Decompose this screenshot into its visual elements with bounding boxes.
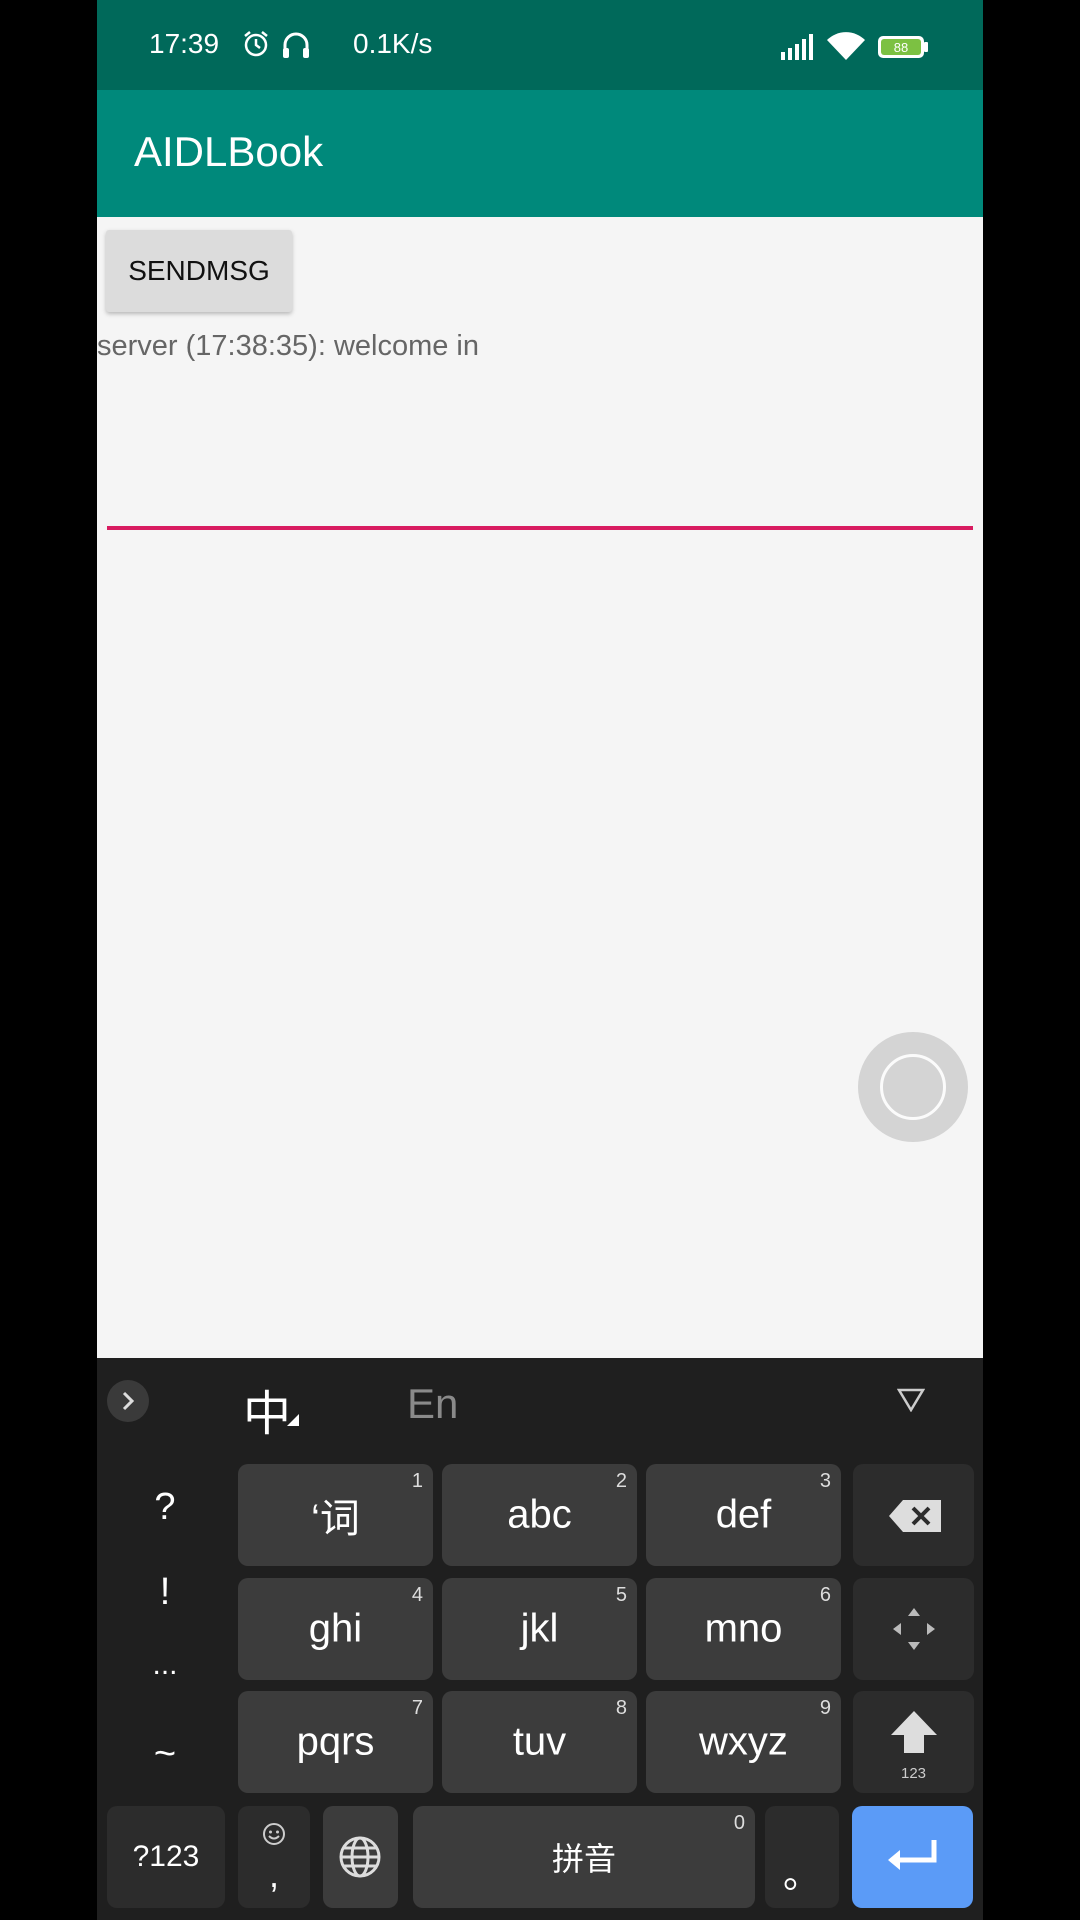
phone-screen: 17:39 0.1K/s 88 AIDLBook SENDMSG server … — [97, 0, 983, 1920]
key-number: 2 — [615, 1470, 627, 1492]
key-label: wxyz — [699, 1719, 788, 1764]
enter-icon — [888, 1840, 937, 1870]
key-number: 6 — [819, 1584, 831, 1606]
send-message-button[interactable]: SENDMSG — [106, 230, 292, 312]
app-title: AIDLBook — [134, 128, 324, 175]
key-4[interactable]: ghi 4 — [238, 1578, 433, 1680]
battery-icon: 88 — [878, 36, 928, 58]
key-label: pqrs — [296, 1719, 375, 1764]
mode-corner-marker — [287, 1414, 299, 1426]
key-number: 3 — [819, 1470, 831, 1492]
language-key[interactable] — [323, 1806, 398, 1908]
key-8[interactable]: tuv 8 — [442, 1691, 637, 1793]
key-6[interactable]: mno 6 — [646, 1578, 841, 1680]
symbol-tilde[interactable]: ~ — [125, 1733, 205, 1776]
space-key[interactable]: 拼音 0 — [413, 1806, 755, 1908]
symbol-mode-key[interactable]: ?123 — [107, 1806, 225, 1908]
key-label: mno — [704, 1606, 783, 1651]
key-label: def — [715, 1492, 772, 1537]
app-toolbar: AIDLBook — [97, 90, 983, 217]
period-key[interactable]: 。 — [765, 1806, 839, 1908]
chinese-mode-toggle[interactable]: 中 — [243, 1374, 291, 1444]
key-3[interactable]: def 3 — [646, 1464, 841, 1566]
key-2[interactable]: abc 2 — [442, 1464, 637, 1566]
key-number: 7 — [411, 1697, 423, 1719]
chevron-right-icon — [122, 1391, 135, 1411]
key-7[interactable]: pqrs 7 — [238, 1691, 433, 1793]
key-label: tuv — [512, 1719, 567, 1764]
key-number: 5 — [615, 1584, 627, 1606]
signal-icon — [781, 34, 813, 60]
wifi-icon — [827, 32, 865, 60]
ime-keyboard: 中 En ? ! ... ~ ‘词 1 abc 2 def 3 ghi 4 jk… — [97, 1358, 983, 1920]
backspace-icon — [889, 1500, 941, 1532]
floating-ball-ring — [880, 1054, 946, 1120]
cursor-move-key[interactable] — [853, 1578, 974, 1680]
shift-key[interactable]: 123 — [853, 1691, 974, 1793]
alarm-icon — [244, 31, 268, 57]
keyboard-expand-button[interactable] — [107, 1380, 149, 1422]
status-bar: 17:39 0.1K/s 88 — [97, 0, 983, 90]
move-cursor-icon — [893, 1608, 935, 1650]
key-label: abc — [507, 1492, 572, 1537]
key-number: 1 — [411, 1470, 423, 1492]
key-label: ghi — [308, 1606, 363, 1651]
key-label: 。 — [782, 1854, 821, 1897]
headphones-icon — [283, 32, 309, 58]
emoji-icon — [263, 1823, 285, 1845]
floating-assist-ball[interactable] — [858, 1032, 968, 1142]
keyboard-hide-icon[interactable] — [897, 1388, 925, 1412]
key-1[interactable]: ‘词 1 — [238, 1464, 433, 1566]
key-label: ?123 — [132, 1840, 200, 1873]
english-mode-toggle[interactable]: En — [407, 1380, 458, 1428]
symbol-exclaim[interactable]: ! — [125, 1571, 205, 1614]
status-time: 17:39 — [149, 28, 220, 59]
shift-sub-label: 123 — [900, 1765, 927, 1782]
enter-key[interactable] — [852, 1806, 973, 1908]
key-number: 4 — [411, 1584, 423, 1606]
key-9[interactable]: wxyz 9 — [646, 1691, 841, 1793]
key-label: jkl — [520, 1606, 559, 1651]
globe-icon — [339, 1836, 381, 1878]
key-number: 8 — [615, 1697, 627, 1719]
comma-label: , — [268, 1854, 279, 1895]
message-text: server (17:38:35): welcome in — [97, 330, 479, 362]
key-5[interactable]: jkl 5 — [442, 1578, 637, 1680]
key-label: ‘词 — [311, 1497, 360, 1541]
message-input[interactable] — [107, 470, 973, 530]
backspace-key[interactable] — [853, 1464, 974, 1566]
key-label: 拼音 — [551, 1841, 616, 1877]
symbol-question[interactable]: ? — [125, 1486, 205, 1529]
key-number: 0 — [733, 1812, 745, 1834]
net-speed: 0.1K/s — [353, 28, 433, 59]
symbol-ellipsis[interactable]: ... — [125, 1648, 205, 1682]
key-number: 9 — [819, 1697, 831, 1719]
shift-up-icon — [891, 1711, 937, 1753]
battery-level: 88 — [894, 40, 908, 55]
emoji-comma-key[interactable]: , — [238, 1806, 310, 1908]
